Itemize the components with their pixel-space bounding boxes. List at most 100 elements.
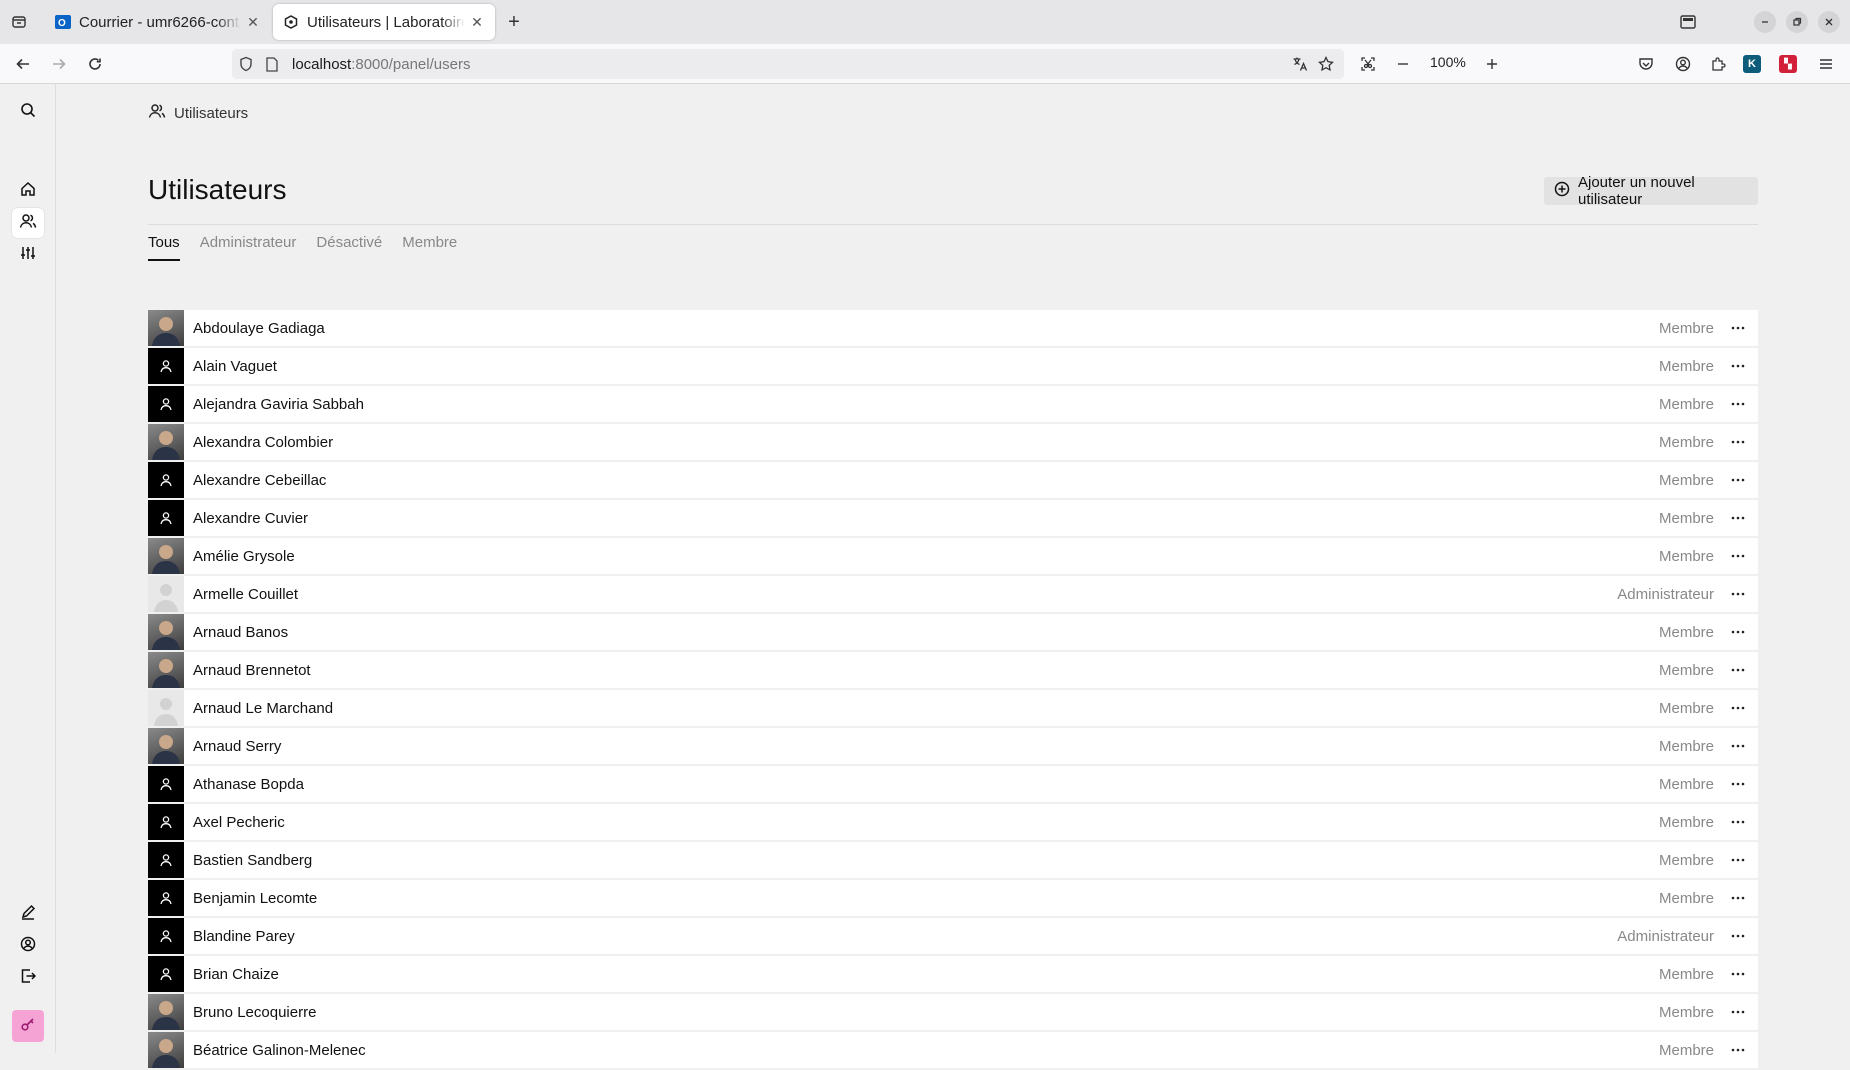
sidebar-item-users[interactable] — [12, 208, 44, 238]
user-role[interactable]: Administrateur — [1617, 928, 1714, 945]
table-row[interactable]: Arnaud Serry Membre — [148, 728, 1758, 764]
user-name[interactable]: Axel Pecheric — [193, 814, 285, 831]
close-window-icon[interactable] — [1818, 11, 1840, 33]
account-button[interactable] — [12, 931, 44, 961]
zoom-out-icon[interactable] — [1392, 53, 1414, 75]
table-row[interactable]: Brian Chaize Membre — [148, 956, 1758, 992]
table-row[interactable]: Abdoulaye Gadiaga Membre — [148, 310, 1758, 346]
user-name[interactable]: Armelle Couillet — [193, 586, 298, 603]
more-options-icon[interactable] — [1727, 356, 1749, 376]
sidebar-item-home[interactable] — [12, 176, 44, 206]
avatar[interactable] — [148, 500, 184, 536]
restore-icon[interactable] — [1786, 11, 1808, 33]
table-row[interactable]: Alejandra Gaviria Sabbah Membre — [148, 386, 1758, 422]
page-icon[interactable] — [262, 54, 282, 74]
url-bar[interactable]: localhost:8000/panel/users — [232, 49, 1344, 79]
more-options-icon[interactable] — [1727, 850, 1749, 870]
user-role[interactable]: Membre — [1659, 434, 1714, 451]
menu-icon[interactable] — [1815, 53, 1837, 75]
avatar[interactable] — [148, 956, 184, 992]
avatar[interactable] — [148, 424, 184, 460]
user-name[interactable]: Arnaud Serry — [193, 738, 281, 755]
user-name[interactable]: Arnaud Le Marchand — [193, 700, 333, 717]
user-name[interactable]: Alexandre Cuvier — [193, 510, 308, 527]
tab-tous[interactable]: Tous — [148, 234, 180, 261]
table-row[interactable]: Arnaud Banos Membre — [148, 614, 1758, 650]
avatar[interactable] — [148, 348, 184, 384]
avatar[interactable] — [148, 880, 184, 916]
user-name[interactable]: Brian Chaize — [193, 966, 279, 983]
user-role[interactable]: Membre — [1659, 472, 1714, 489]
user-role[interactable]: Membre — [1659, 624, 1714, 641]
avatar[interactable] — [148, 652, 184, 688]
license-key-button[interactable] — [12, 1010, 44, 1042]
more-options-icon[interactable] — [1727, 432, 1749, 452]
more-options-icon[interactable] — [1727, 660, 1749, 680]
table-row[interactable]: Amélie Grysole Membre — [148, 538, 1758, 574]
table-row[interactable]: Bruno Lecoquierre Membre — [148, 994, 1758, 1030]
user-role[interactable]: Membre — [1659, 358, 1714, 375]
avatar[interactable] — [148, 842, 184, 878]
tab-membre[interactable]: Membre — [402, 234, 457, 261]
avatar[interactable] — [148, 614, 184, 650]
user-role[interactable]: Membre — [1659, 966, 1714, 983]
user-role[interactable]: Membre — [1659, 1042, 1714, 1059]
table-row[interactable]: Arnaud Brennetot Membre — [148, 652, 1758, 688]
user-role[interactable]: Membre — [1659, 510, 1714, 527]
user-role[interactable]: Membre — [1659, 320, 1714, 337]
avatar[interactable] — [148, 1032, 184, 1068]
close-tab-icon[interactable]: ✕ — [245, 14, 261, 31]
more-options-icon[interactable] — [1727, 318, 1749, 338]
user-name[interactable]: Athanase Bopda — [193, 776, 304, 793]
new-tab-icon[interactable]: + — [503, 11, 525, 33]
minimize-icon[interactable] — [1754, 11, 1776, 33]
user-name[interactable]: Arnaud Banos — [193, 624, 288, 641]
table-row[interactable]: Alain Vaguet Membre — [148, 348, 1758, 384]
table-row[interactable]: Blandine Parey Administrateur — [148, 918, 1758, 954]
user-role[interactable]: Administrateur — [1617, 586, 1714, 603]
table-row[interactable]: Armelle Couillet Administrateur — [148, 576, 1758, 612]
more-options-icon[interactable] — [1727, 394, 1749, 414]
more-options-icon[interactable] — [1727, 964, 1749, 984]
breadcrumb[interactable]: Utilisateurs — [148, 103, 248, 123]
user-name[interactable]: Alexandre Cebeillac — [193, 472, 326, 489]
avatar[interactable] — [148, 386, 184, 422]
more-options-icon[interactable] — [1727, 508, 1749, 528]
table-row[interactable]: Alexandra Colombier Membre — [148, 424, 1758, 460]
zoom-level[interactable]: 100% — [1430, 54, 1466, 70]
user-role[interactable]: Membre — [1659, 548, 1714, 565]
avatar[interactable] — [148, 918, 184, 954]
extension-k-icon[interactable]: K — [1743, 55, 1761, 73]
avatar[interactable] — [148, 462, 184, 498]
user-role[interactable]: Membre — [1659, 662, 1714, 679]
reload-icon[interactable] — [84, 53, 106, 75]
more-options-icon[interactable] — [1727, 774, 1749, 794]
user-role[interactable]: Membre — [1659, 738, 1714, 755]
table-row[interactable]: Axel Pecheric Membre — [148, 804, 1758, 840]
tab-desactive[interactable]: Désactivé — [316, 234, 382, 261]
user-name[interactable]: Alain Vaguet — [193, 358, 277, 375]
translate-icon[interactable] — [1290, 54, 1310, 74]
extensions-icon[interactable] — [1707, 53, 1729, 75]
user-name[interactable]: Benjamin Lecomte — [193, 890, 317, 907]
more-options-icon[interactable] — [1727, 888, 1749, 908]
more-options-icon[interactable] — [1727, 736, 1749, 756]
table-row[interactable]: Béatrice Galinon-Melenec Membre — [148, 1032, 1758, 1068]
avatar[interactable] — [148, 994, 184, 1030]
add-user-button[interactable]: Ajouter un nouvel utilisateur — [1544, 174, 1758, 208]
user-name[interactable]: Amélie Grysole — [193, 548, 295, 565]
more-options-icon[interactable] — [1727, 546, 1749, 566]
pocket-icon[interactable] — [1635, 53, 1657, 75]
user-name[interactable]: Bastien Sandberg — [193, 852, 312, 869]
tab-list-icon[interactable] — [8, 11, 30, 33]
url-text[interactable]: localhost:8000/panel/users — [292, 56, 470, 73]
browser-tab-mail[interactable]: O Courrier - umr6266-conta ✕ — [45, 4, 271, 40]
user-role[interactable]: Membre — [1659, 852, 1714, 869]
tab-administrateur[interactable]: Administrateur — [200, 234, 297, 261]
user-role[interactable]: Membre — [1659, 396, 1714, 413]
avatar[interactable] — [148, 804, 184, 840]
avatar[interactable] — [148, 728, 184, 764]
account-icon[interactable] — [1672, 53, 1694, 75]
screenshot-icon[interactable] — [1357, 53, 1379, 75]
avatar[interactable] — [148, 690, 184, 726]
